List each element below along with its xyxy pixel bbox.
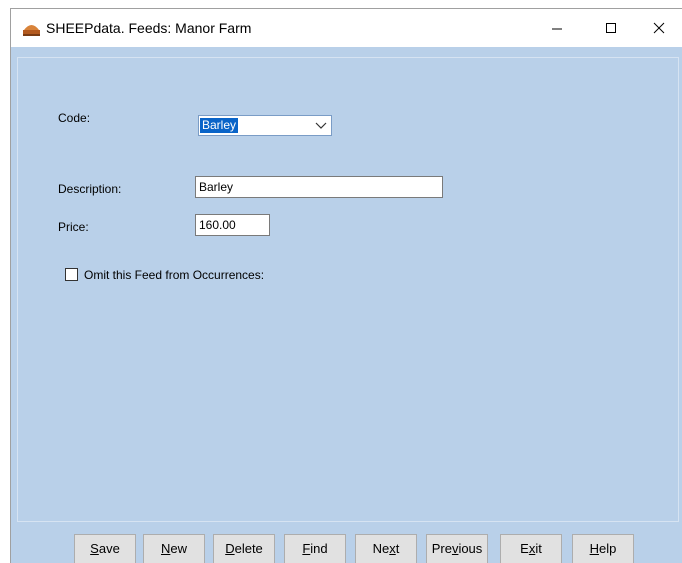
find-button[interactable]: Find [284,534,346,563]
chevron-down-icon[interactable] [315,122,327,130]
next-button[interactable]: Next [355,534,417,563]
help-button[interactable]: Help [572,534,634,563]
new-button[interactable]: New [143,534,205,563]
price-field[interactable]: 160.00 [195,214,270,236]
maximize-icon [606,23,616,33]
window-title: SHEEPdata. Feeds: Manor Farm [46,20,252,36]
omit-label: Omit this Feed from Occurrences: [84,268,265,282]
close-button[interactable] [636,9,682,47]
save-button[interactable]: Save [74,534,136,563]
price-label: Price: [58,220,89,234]
code-selected-value: Barley [200,118,239,133]
previous-button[interactable]: Previous [426,534,488,563]
close-icon [653,22,665,34]
delete-button[interactable]: Delete [213,534,275,563]
description-field[interactable]: Barley [195,176,443,198]
form-panel: Code: Barley Description: Barley Price: … [17,57,679,522]
code-dropdown[interactable]: Barley [198,115,332,136]
minimize-button[interactable] [534,9,580,47]
minimize-icon [552,28,562,30]
code-label: Code: [58,111,91,125]
button-bar: Save New Delete Find Next Previous Exit … [11,527,682,563]
client-area: Code: Barley Description: Barley Price: … [11,47,682,563]
app-icon [23,25,40,36]
exit-button[interactable]: Exit [500,534,562,563]
maximize-button[interactable] [588,9,634,47]
app-window: SHEEPdata. Feeds: Manor Farm Code: Barle… [10,8,682,563]
omit-checkbox[interactable] [65,268,78,281]
title-bar[interactable]: SHEEPdata. Feeds: Manor Farm [11,9,682,47]
description-label: Description: [58,182,122,196]
